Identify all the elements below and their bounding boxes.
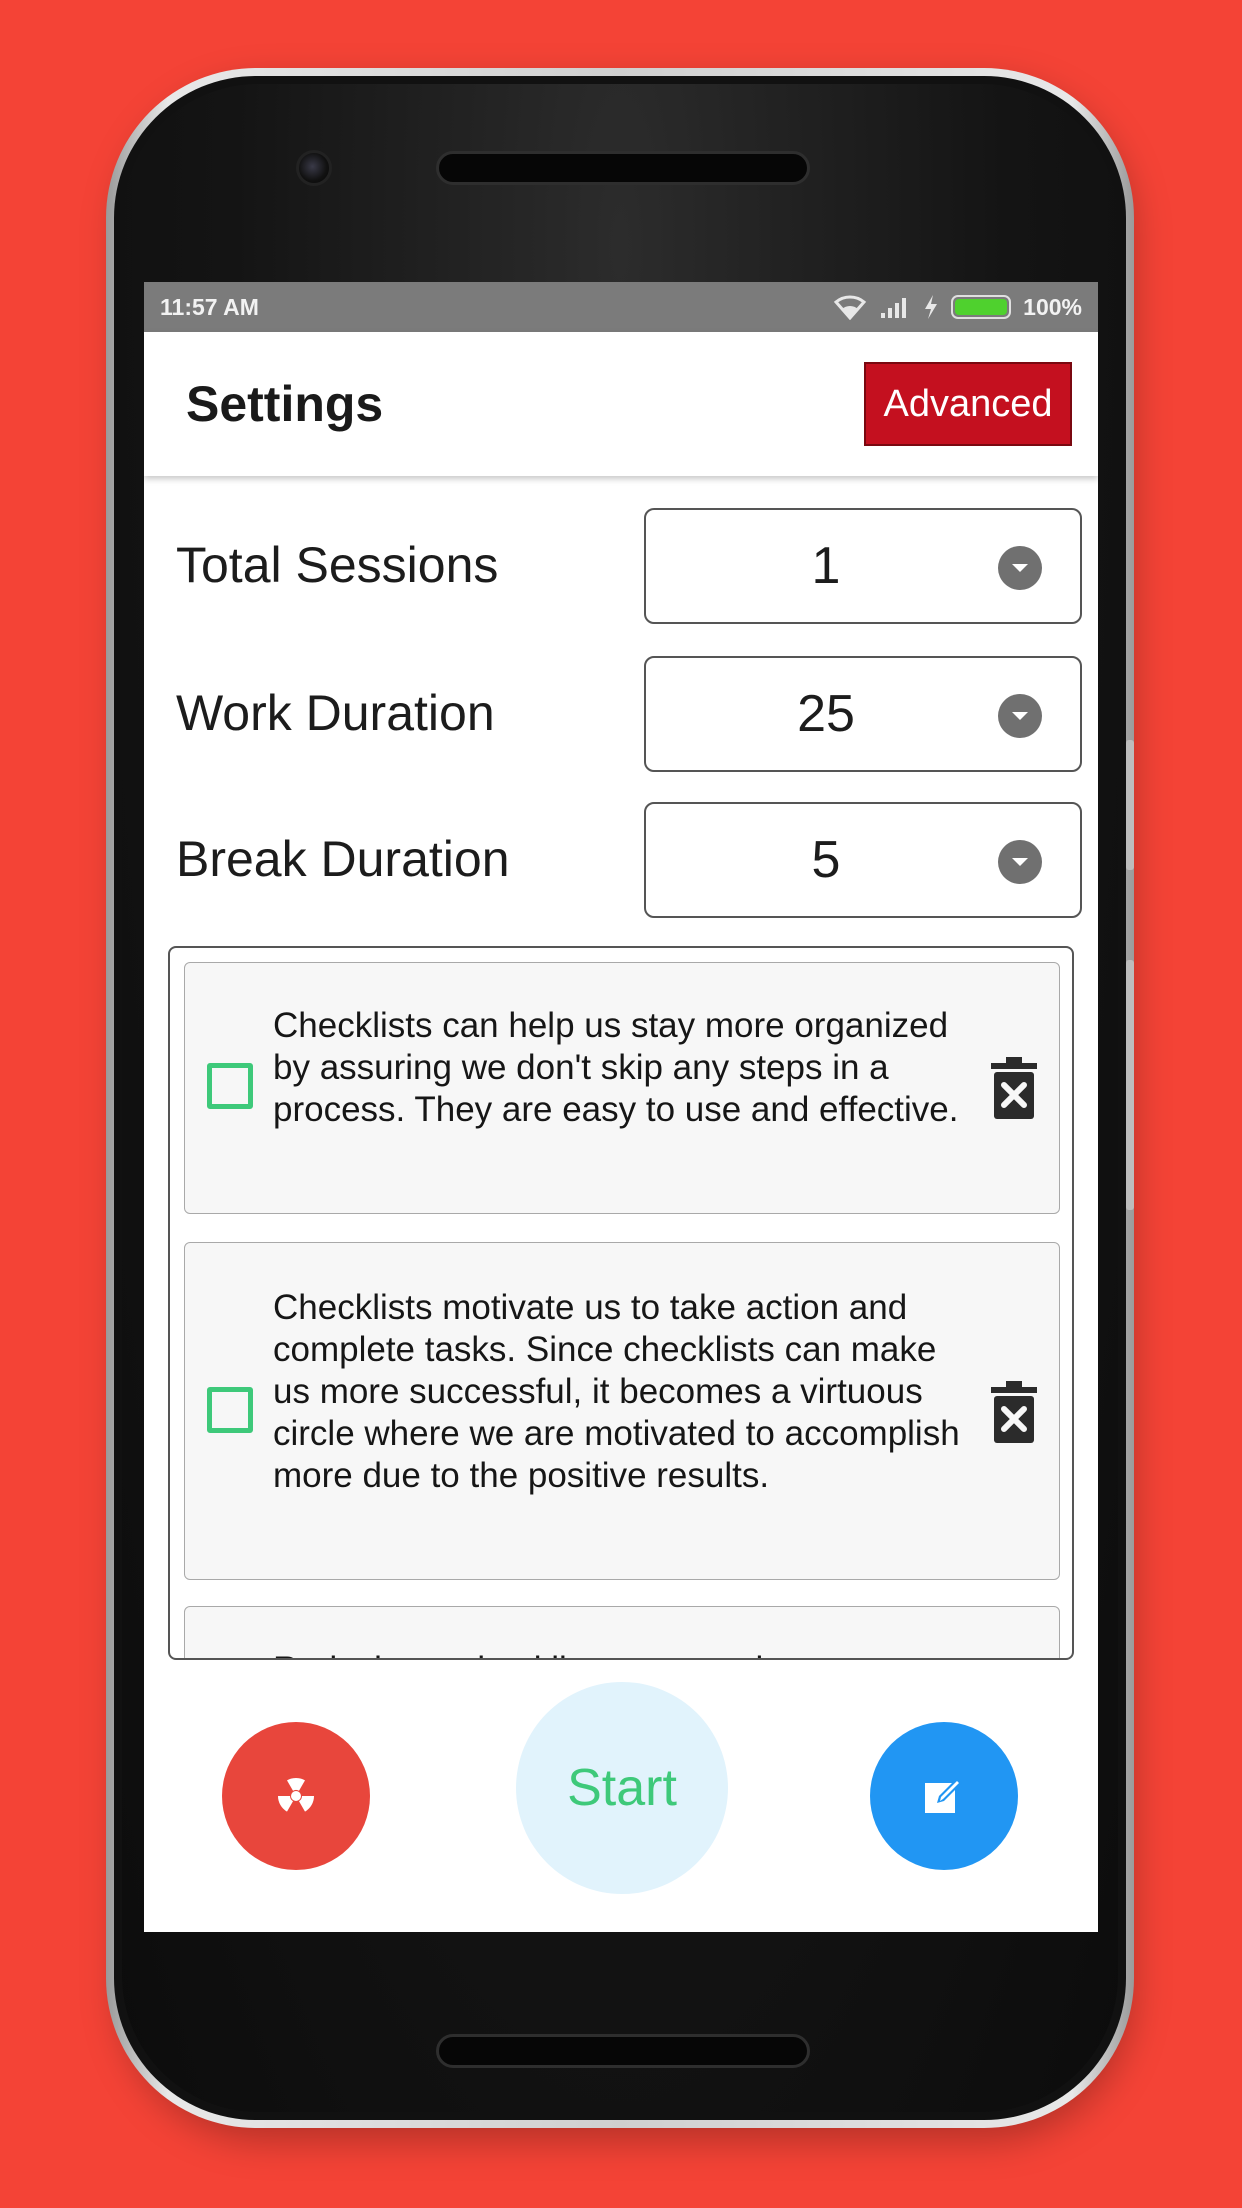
setting-label: Work Duration xyxy=(176,685,495,741)
item-text: Reducing a checklist can complete xyxy=(273,1649,963,1658)
bottom-actions: Start xyxy=(144,1662,1098,1932)
charging-icon xyxy=(925,295,938,319)
dropdown-value: 5 xyxy=(811,831,841,889)
start-button[interactable]: Start xyxy=(516,1682,728,1894)
top-speaker xyxy=(436,151,810,185)
app-bar: Settings Advanced xyxy=(144,332,1098,476)
setting-label: Break Duration xyxy=(176,831,510,887)
signal-icon xyxy=(881,298,907,318)
item-checkbox[interactable] xyxy=(207,1387,253,1433)
status-time: 11:57 AM xyxy=(160,293,259,320)
reset-button[interactable] xyxy=(222,1722,370,1870)
wifi-icon xyxy=(834,295,867,320)
total-sessions-dropdown[interactable]: 1 xyxy=(644,508,1082,624)
radiation-icon xyxy=(277,1777,315,1812)
app-screen: 11:57 AM 100% Settings Advanced Total Se… xyxy=(144,282,1098,1932)
power-button xyxy=(1126,960,1134,1210)
dropdown-value: 25 xyxy=(797,685,855,743)
bottom-speaker xyxy=(436,2034,810,2068)
status-icons: 100% xyxy=(833,294,1082,321)
setting-total-sessions: Total Sessions 1 xyxy=(144,508,1098,624)
edit-icon xyxy=(925,1778,962,1813)
list-item: Reducing a checklist can complete xyxy=(184,1606,1060,1658)
list-item: Checklists motivate us to take action an… xyxy=(184,1242,1060,1580)
list-item: Checklists can help us stay more organiz… xyxy=(184,962,1060,1214)
page-title: Settings xyxy=(186,376,384,432)
item-checkbox[interactable] xyxy=(207,1063,253,1109)
checklist-container[interactable]: Checklists can help us stay more organiz… xyxy=(168,946,1074,1660)
volume-button xyxy=(1126,740,1134,870)
battery-icon xyxy=(951,295,1012,319)
caret-down-icon xyxy=(998,840,1042,884)
caret-down-icon xyxy=(998,694,1042,738)
front-camera xyxy=(296,150,332,186)
break-duration-dropdown[interactable]: 5 xyxy=(644,802,1082,918)
setting-label: Total Sessions xyxy=(176,537,499,593)
item-text: Checklists motivate us to take action an… xyxy=(273,1288,960,1495)
work-duration-dropdown[interactable]: 25 xyxy=(644,656,1082,772)
edit-button[interactable] xyxy=(870,1722,1018,1870)
caret-down-icon xyxy=(998,546,1042,590)
setting-break-duration: Break Duration 5 xyxy=(144,802,1098,918)
dropdown-value: 1 xyxy=(811,537,841,595)
battery-level: 100% xyxy=(1023,293,1082,320)
delete-icon[interactable] xyxy=(987,1057,1041,1121)
status-bar: 11:57 AM 100% xyxy=(144,282,1098,332)
advanced-button[interactable]: Advanced xyxy=(864,362,1072,446)
setting-work-duration: Work Duration 25 xyxy=(144,656,1098,772)
delete-icon[interactable] xyxy=(987,1381,1041,1445)
item-text: Checklists can help us stay more organiz… xyxy=(273,1006,959,1129)
